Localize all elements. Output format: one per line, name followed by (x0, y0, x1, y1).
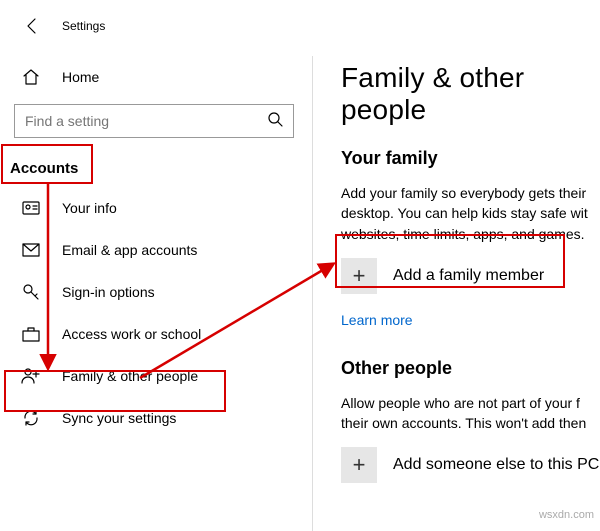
window-title: Settings (62, 19, 105, 33)
sidebar-item-label: Access work or school (62, 326, 201, 342)
sidebar-category: Accounts (0, 150, 308, 187)
other-section-title: Other people (341, 358, 600, 379)
page-title: Family & other people (341, 62, 600, 126)
sidebar-item-your-info[interactable]: Your info (0, 187, 308, 229)
mail-icon (20, 239, 42, 261)
search-input[interactable] (25, 113, 267, 129)
sidebar: Home Accounts Your info Email & app acco… (0, 56, 312, 531)
sidebar-item-label: Sign-in options (62, 284, 155, 300)
add-family-label: Add a family member (393, 267, 544, 285)
sidebar-item-label: Sync your settings (62, 410, 176, 426)
key-icon (20, 281, 42, 303)
people-add-icon (20, 365, 42, 387)
learn-more-link[interactable]: Learn more (341, 312, 413, 328)
add-other-button[interactable]: + Add someone else to this PC (341, 447, 600, 483)
content: Home Accounts Your info Email & app acco… (0, 56, 600, 531)
titlebar: Settings (0, 0, 600, 56)
add-family-button[interactable]: + Add a family member (341, 258, 600, 294)
family-section-desc: Add your family so everybody gets their … (341, 183, 600, 244)
sidebar-item-signin[interactable]: Sign-in options (0, 271, 308, 313)
sidebar-home-label: Home (62, 69, 99, 85)
sidebar-home[interactable]: Home (0, 56, 308, 98)
other-section-desc: Allow people who are not part of your f … (341, 393, 600, 434)
sidebar-item-sync[interactable]: Sync your settings (0, 397, 308, 439)
sidebar-item-label: Email & app accounts (62, 242, 197, 258)
sync-icon (20, 407, 42, 429)
sidebar-item-work-school[interactable]: Access work or school (0, 313, 308, 355)
plus-icon: + (341, 258, 377, 294)
search-icon (267, 111, 283, 132)
sidebar-item-email[interactable]: Email & app accounts (0, 229, 308, 271)
add-other-label: Add someone else to this PC (393, 456, 599, 474)
sidebar-item-label: Your info (62, 200, 117, 216)
main: Family & other people Your family Add yo… (312, 56, 600, 531)
search-box[interactable] (14, 104, 294, 138)
back-icon[interactable] (20, 14, 44, 38)
sidebar-item-label: Family & other people (62, 368, 198, 384)
watermark: wsxdn.com (539, 509, 594, 521)
plus-icon: + (341, 447, 377, 483)
home-icon (20, 66, 42, 88)
sidebar-item-family[interactable]: Family & other people (0, 355, 308, 397)
family-section-title: Your family (341, 148, 600, 169)
briefcase-icon (20, 323, 42, 345)
id-card-icon (20, 197, 42, 219)
